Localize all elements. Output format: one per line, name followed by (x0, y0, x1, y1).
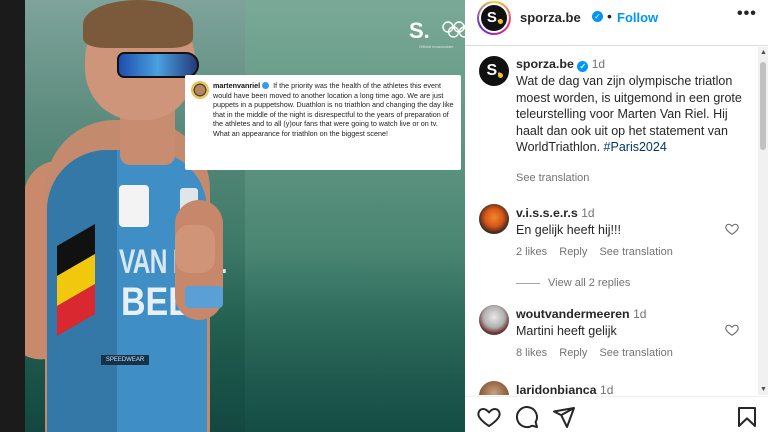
heart-icon[interactable] (477, 405, 501, 429)
left-backdrop (0, 0, 25, 432)
comment-likes[interactable]: 8 likes (516, 347, 547, 359)
comment-text: Martini heeft gelijk (516, 324, 617, 338)
heart-icon[interactable] (725, 323, 739, 337)
heart-icon[interactable] (725, 222, 739, 236)
avatar (191, 81, 209, 99)
post-actions-bar (465, 396, 768, 432)
see-translation-link[interactable]: See translation (516, 172, 589, 184)
verified-badge-icon (262, 82, 270, 89)
avatar[interactable]: S. (477, 1, 511, 35)
sporza-logo: S. (409, 18, 430, 43)
sporza-olympic-logo: S. Official broadcaster (409, 18, 465, 49)
avatar[interactable] (479, 204, 509, 234)
more-options-icon[interactable]: ••• (737, 5, 757, 23)
reply-button[interactable]: Reply (559, 246, 587, 258)
comment-likes[interactable]: 2 likes (516, 246, 547, 258)
suit-badge (119, 185, 149, 227)
scrollbar-thumb[interactable] (760, 62, 766, 150)
quote-handle: martenvanriel (213, 81, 261, 90)
avatar[interactable]: S. (479, 56, 509, 86)
account-name[interactable]: sporza.be (520, 10, 581, 25)
comment-time[interactable]: 1d (581, 206, 594, 220)
follow-button[interactable]: Follow (617, 10, 658, 25)
hashtag-link[interactable]: #Paris2024 (604, 140, 667, 154)
caption-time[interactable]: 1d (592, 57, 605, 71)
caption-author[interactable]: sporza.be (516, 57, 574, 71)
quoted-statement-card: martenvanriel If the priority was the he… (185, 75, 461, 170)
share-icon[interactable] (552, 405, 576, 429)
see-translation-link[interactable]: See translation (599, 246, 672, 258)
comment-author[interactable]: v.i.s.s.e.r.s (516, 206, 578, 220)
comment-time[interactable]: 1d (633, 307, 646, 321)
verified-badge-icon: ✓ (592, 11, 603, 22)
post-header: S. sporza.be ✓ • Follow ••• (465, 0, 768, 46)
scrollbar[interactable]: ▲ ▼ (758, 47, 768, 395)
verified-badge-icon: ✓ (577, 61, 589, 72)
wristband (185, 286, 223, 308)
avatar[interactable] (479, 381, 509, 395)
comment-icon[interactable] (515, 405, 539, 429)
see-translation-link[interactable]: See translation (599, 347, 672, 359)
comment-text: En gelijk heeft hij!!! (516, 223, 621, 237)
comments-scroll-area[interactable]: S. sporza.be ✓ 1d Wat de dag van zijn ol… (465, 47, 768, 395)
post-side-panel: S. sporza.be ✓ • Follow ••• S. sporza.be… (465, 0, 768, 432)
view-replies-button[interactable]: View all 2 replies (516, 277, 630, 289)
scroll-up-icon[interactable]: ▲ (760, 49, 767, 56)
brand-subtitle: Official broadcaster (419, 44, 454, 49)
avatar[interactable] (479, 305, 509, 335)
comment-time[interactable]: 1d (600, 383, 613, 395)
instagram-post-view: VAN RIEL BEL SPEEDWEAR S. Official broad… (0, 0, 768, 432)
separator-dot: • (607, 8, 612, 24)
bookmark-icon[interactable] (735, 405, 759, 429)
scroll-down-icon[interactable]: ▼ (760, 386, 767, 393)
suit-sponsor: SPEEDWEAR (101, 355, 149, 365)
comment-author[interactable]: laridonbianca (516, 383, 597, 395)
post-image[interactable]: VAN RIEL BEL SPEEDWEAR S. Official broad… (25, 0, 465, 432)
comment-author[interactable]: woutvandermeeren (516, 307, 630, 321)
reply-button[interactable]: Reply (559, 347, 587, 359)
olympic-rings-icon (442, 21, 465, 38)
